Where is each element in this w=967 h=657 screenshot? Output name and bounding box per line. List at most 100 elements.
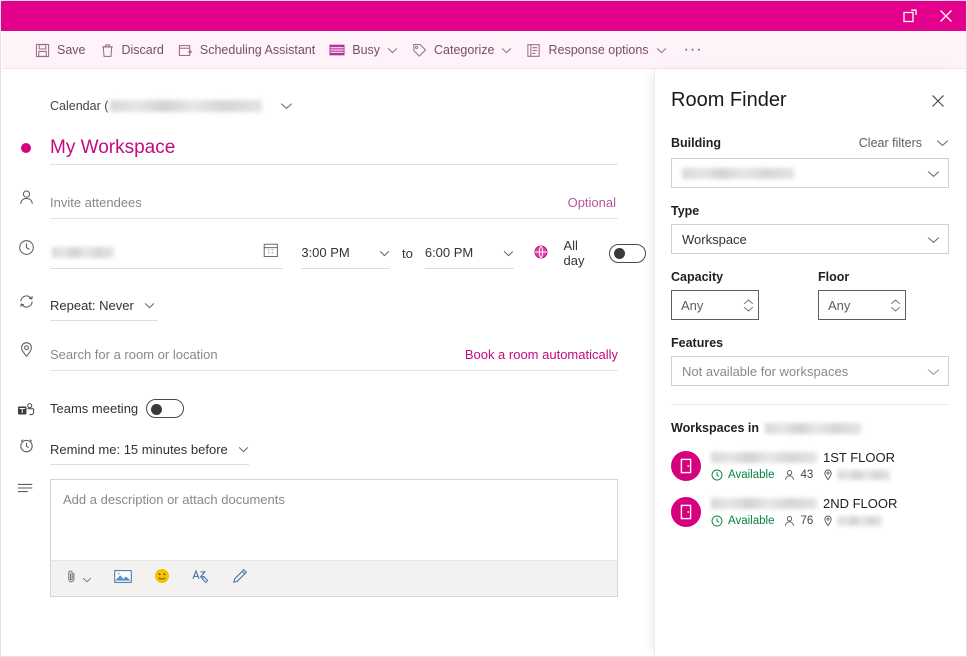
format-text-button[interactable] bbox=[187, 565, 214, 593]
features-select[interactable]: Not available for workspaces bbox=[671, 356, 949, 386]
repeat-icon bbox=[19, 295, 33, 308]
workspace-icon bbox=[680, 458, 692, 474]
toggle-knob bbox=[614, 248, 626, 259]
floor-stepper[interactable]: Any bbox=[818, 290, 906, 320]
event-form: Calendar ( My Workspace Invite attendees… bbox=[2, 69, 656, 656]
teams-meeting-row: Teams meeting bbox=[2, 399, 618, 418]
calendar-picker-icon[interactable] bbox=[263, 242, 279, 263]
ink-pen-button[interactable] bbox=[226, 565, 253, 593]
chevron-down-icon bbox=[379, 245, 390, 260]
workspace-name: 2ND FLOOR bbox=[711, 496, 949, 511]
calendar-selector[interactable]: Calendar ( bbox=[50, 99, 293, 113]
features-value: Not available for workspaces bbox=[682, 363, 849, 379]
chevron-down-icon[interactable] bbox=[936, 134, 949, 152]
chevron-down-icon[interactable] bbox=[280, 102, 293, 110]
busy-status-button[interactable]: Busy bbox=[322, 34, 405, 66]
capacity-label: Capacity bbox=[671, 270, 724, 284]
chevron-down-icon bbox=[743, 306, 754, 312]
scheduling-assistant-button[interactable]: Scheduling Assistant bbox=[171, 34, 322, 66]
discard-label: Discard bbox=[121, 43, 164, 57]
start-date-input[interactable] bbox=[50, 237, 284, 269]
insert-picture-icon bbox=[114, 569, 132, 589]
list-item[interactable]: 2ND FLOOR Available 76 bbox=[671, 495, 949, 527]
workspaces-header: Workspaces in bbox=[671, 421, 949, 435]
list-item[interactable]: 1ST FLOOR Available 43 bbox=[671, 449, 949, 481]
attendees-input[interactable]: Invite attendees Optional bbox=[50, 187, 618, 219]
end-time-value: 6:00 PM bbox=[424, 245, 474, 260]
teams-meeting-label: Teams meeting bbox=[50, 401, 139, 416]
start-date-redacted bbox=[52, 247, 114, 258]
panel-title: Room Finder bbox=[671, 89, 787, 111]
insert-picture-button[interactable] bbox=[109, 565, 137, 593]
more-commands-button[interactable]: ··· bbox=[674, 34, 713, 66]
event-title-value: My Workspace bbox=[50, 136, 176, 158]
save-button[interactable]: Save bbox=[28, 34, 93, 66]
start-time-select[interactable]: 3:00 PM bbox=[301, 237, 390, 269]
scheduling-assistant-label: Scheduling Assistant bbox=[199, 43, 316, 57]
stepper-arrows[interactable] bbox=[890, 298, 901, 312]
location-input[interactable]: Search for a room or location Book a roo… bbox=[50, 339, 618, 371]
chevron-up-icon bbox=[890, 298, 901, 304]
map-pin-icon bbox=[20, 342, 32, 358]
categorize-button[interactable]: Categorize bbox=[405, 34, 519, 66]
chevron-down-icon bbox=[890, 306, 901, 312]
floor-value: Any bbox=[828, 297, 851, 313]
type-select[interactable]: Workspace bbox=[671, 224, 949, 254]
workspace-name-redacted bbox=[711, 452, 817, 463]
busy-icon bbox=[329, 43, 345, 57]
timezone-globe-icon[interactable] bbox=[532, 244, 550, 262]
reminder-value: Remind me: 15 minutes before bbox=[50, 442, 228, 457]
reminder-select[interactable]: Remind me: 15 minutes before bbox=[50, 435, 249, 465]
chevron-down-icon bbox=[144, 302, 155, 309]
popout-button[interactable] bbox=[892, 2, 928, 30]
tag-icon bbox=[412, 43, 427, 58]
description-icon-wrap bbox=[2, 479, 50, 495]
all-day-toggle[interactable] bbox=[609, 243, 646, 263]
calendar-account-redacted bbox=[110, 100, 263, 112]
emoji-icon bbox=[154, 568, 170, 589]
building-label: Building bbox=[671, 136, 721, 150]
datetime-row: 3:00 PM to 6:00 PM All day bbox=[2, 237, 646, 269]
building-select[interactable] bbox=[671, 158, 949, 188]
attach-button[interactable] bbox=[59, 565, 97, 593]
stepper-arrows[interactable] bbox=[743, 298, 754, 312]
workspace-avatar bbox=[671, 497, 701, 527]
close-button[interactable] bbox=[928, 2, 964, 30]
teams-meeting-toggle[interactable] bbox=[146, 399, 185, 418]
window-title-bar bbox=[1, 1, 966, 31]
event-title-input[interactable]: My Workspace bbox=[50, 131, 618, 165]
panel-close-button[interactable] bbox=[927, 90, 949, 112]
type-label: Type bbox=[671, 204, 700, 218]
end-time-select[interactable]: 6:00 PM bbox=[424, 237, 514, 269]
editor-toolbar bbox=[51, 560, 617, 596]
description-editor[interactable]: Add a description or attach documents bbox=[50, 479, 618, 597]
workspace-meta: Available 43 bbox=[711, 469, 949, 481]
description-placeholder[interactable]: Add a description or attach documents bbox=[51, 480, 617, 560]
chevron-down-icon bbox=[387, 47, 398, 54]
discard-button[interactable]: Discard bbox=[93, 34, 171, 66]
teams-icon bbox=[18, 402, 35, 415]
clock-icon bbox=[18, 240, 34, 255]
chevron-down-icon bbox=[656, 47, 667, 54]
building-value-redacted bbox=[682, 167, 794, 179]
response-options-button[interactable]: Response options bbox=[519, 34, 673, 66]
teams-icon-wrap bbox=[2, 400, 50, 418]
clear-filters-button[interactable]: Clear filters bbox=[859, 136, 922, 150]
all-day-label: All day bbox=[563, 238, 585, 268]
capacity-floor-group: Capacity Any Floor Any bbox=[671, 254, 949, 320]
emoji-button[interactable] bbox=[149, 565, 175, 593]
response-options-icon bbox=[526, 43, 541, 58]
workspace-name-redacted bbox=[711, 498, 817, 509]
save-label: Save bbox=[57, 43, 86, 57]
close-icon bbox=[932, 94, 944, 107]
optional-attendees-link[interactable]: Optional bbox=[568, 195, 618, 210]
repeat-row: Repeat: Never bbox=[2, 291, 618, 321]
calendar-assistant-icon bbox=[178, 43, 193, 58]
floor-label: Floor bbox=[818, 270, 850, 284]
repeat-select[interactable]: Repeat: Never bbox=[50, 291, 158, 321]
capacity-stepper[interactable]: Any bbox=[671, 290, 759, 320]
book-room-automatically-link[interactable]: Book a room automatically bbox=[465, 347, 618, 362]
categorize-label: Categorize bbox=[434, 43, 495, 57]
clear-filters-group: Clear filters bbox=[859, 134, 949, 152]
workspace-name: 1ST FLOOR bbox=[711, 450, 949, 465]
